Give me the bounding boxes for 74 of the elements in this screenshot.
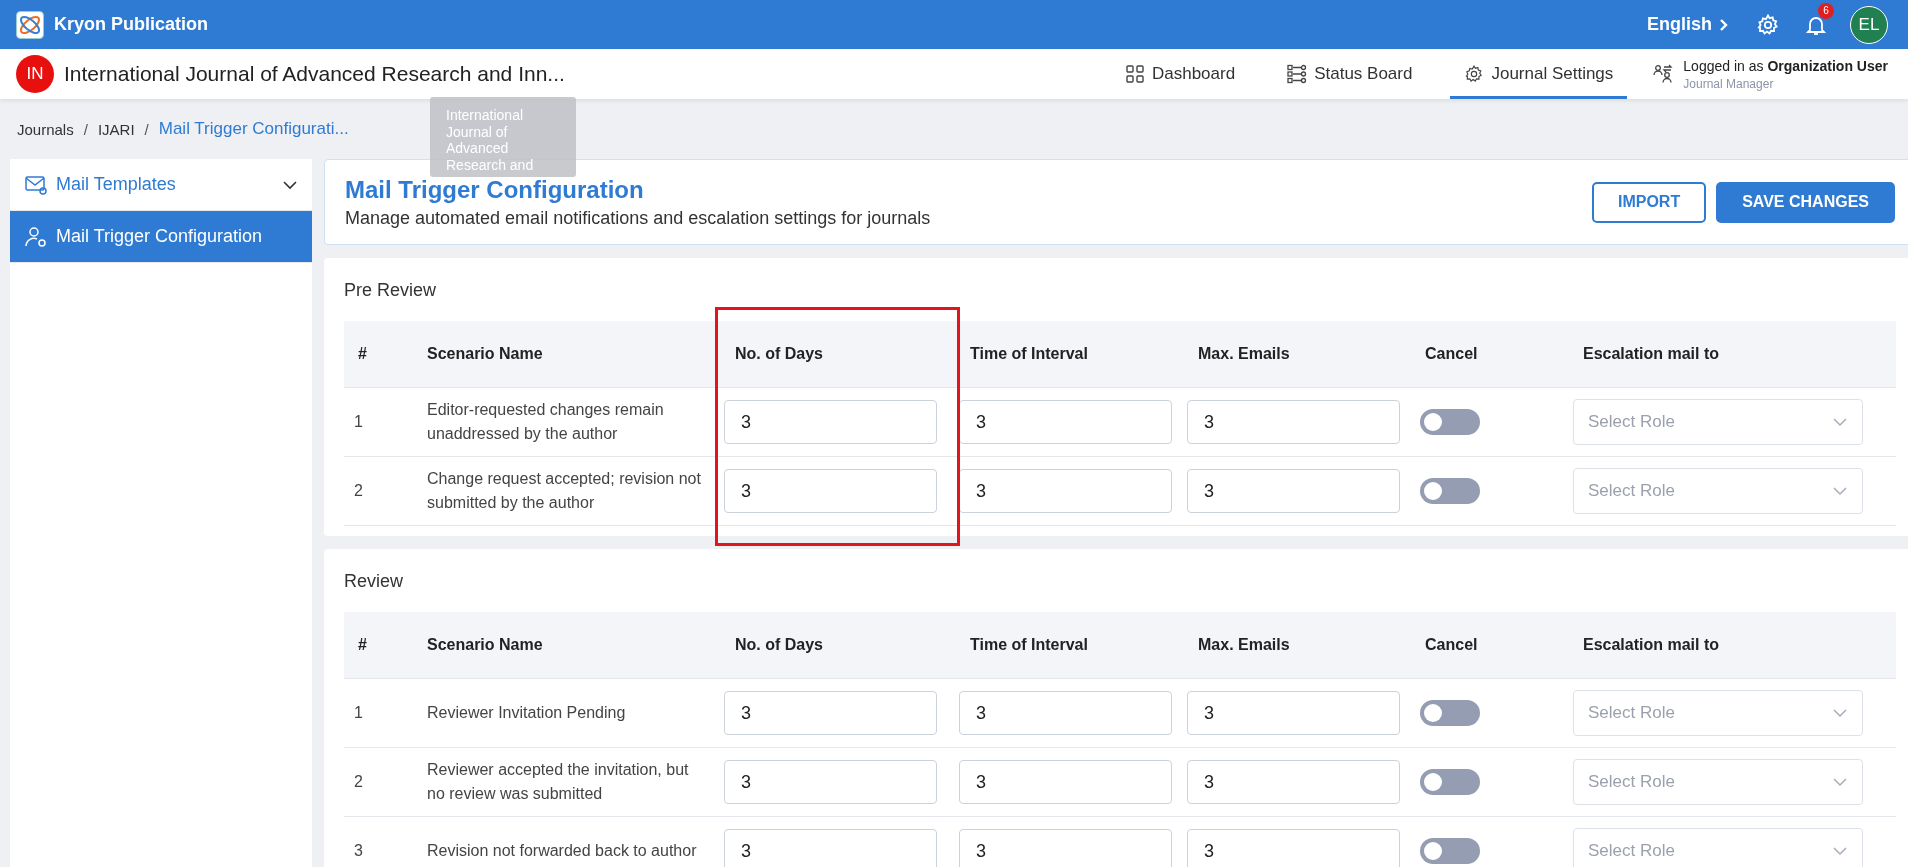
app-name: Kryon Publication	[54, 14, 208, 35]
row-number: 2	[353, 772, 364, 792]
cancel-toggle[interactable]	[1420, 409, 1480, 435]
column-header: No. of Days	[734, 345, 824, 363]
max-emails-input[interactable]: 3	[1187, 760, 1400, 804]
scenario-name: Reviewer accepted the invitation, but no review was submitted	[426, 760, 690, 804]
column-header: Cancel	[1424, 345, 1479, 363]
row-number: 3	[353, 841, 364, 861]
days-input[interactable]: 3	[724, 400, 937, 444]
section-title: Review	[344, 570, 405, 593]
sidebar-item[interactable]: Mail Trigger Configuration	[10, 211, 312, 263]
interval-input[interactable]: 3	[959, 400, 1172, 444]
breadcrumb-link[interactable]: IJARI	[97, 120, 135, 138]
save-button[interactable]: SAVE CHANGES	[1716, 181, 1895, 223]
cancel-toggle[interactable]	[1420, 478, 1480, 504]
flow-list-icon	[1287, 64, 1308, 84]
days-input[interactable]: 3	[724, 691, 937, 735]
user-avatar[interactable]: EL	[1850, 5, 1888, 44]
column-header: Escalation mail to	[1582, 636, 1721, 654]
user-role: Journal Manager	[1683, 76, 1775, 91]
max-emails-input[interactable]: 3	[1187, 400, 1400, 444]
breadcrumb-link[interactable]: Mail Trigger Configurati...	[158, 119, 349, 139]
page-subtitle: Manage automated email notifications and escalation settings for journals	[345, 207, 931, 229]
grid-icon	[1124, 64, 1145, 84]
row-number: 2	[353, 481, 364, 501]
cancel-toggle[interactable]	[1420, 769, 1480, 795]
interval-input[interactable]: 3	[959, 760, 1172, 804]
column-header: #	[357, 636, 368, 654]
logo-icon	[16, 10, 44, 39]
settings-icon[interactable]	[1756, 12, 1780, 37]
scenario-name: Revision not forwarded back to author	[426, 841, 698, 861]
column-header: No. of Days	[734, 636, 824, 654]
import-button[interactable]: IMPORT	[1591, 181, 1707, 223]
column-header: Escalation mail to	[1582, 345, 1721, 363]
row-number: 1	[353, 703, 364, 723]
nav-tab[interactable]: Dashboard	[1110, 49, 1250, 99]
user-gear-icon	[24, 224, 48, 249]
cancel-toggle[interactable]	[1420, 700, 1480, 726]
row-number: 1	[353, 412, 364, 432]
language-selector[interactable]: English	[1647, 14, 1732, 35]
column-header: Time of Interval	[969, 345, 1089, 363]
breadcrumb-separator: /	[144, 120, 149, 138]
max-emails-input[interactable]: 3	[1187, 469, 1400, 513]
scenario-name: Reviewer Invitation Pending	[426, 703, 627, 723]
breadcrumb-separator: /	[83, 120, 88, 138]
interval-input[interactable]: 3	[959, 469, 1172, 513]
section-title: Pre Review	[344, 279, 438, 302]
column-header: Scenario Name	[426, 345, 544, 363]
column-header: #	[357, 345, 368, 363]
breadcrumb-link[interactable]: Journals	[17, 120, 74, 138]
column-header: Cancel	[1424, 636, 1479, 654]
journal-title: International Journal of Advanced Research and Inn...	[64, 62, 565, 86]
interval-input[interactable]: 3	[959, 691, 1172, 735]
interval-input[interactable]: 3	[959, 829, 1172, 867]
days-input[interactable]: 3	[724, 760, 937, 804]
column-header: Scenario Name	[426, 636, 544, 654]
column-header: Time of Interval	[969, 636, 1089, 654]
scenario-name: Editor-requested changes remain unaddressed by the author	[426, 400, 665, 444]
users-swap-icon	[1653, 64, 1674, 84]
column-header: Max. Emails	[1197, 636, 1291, 654]
login-status: Logged in as Organization User	[1683, 57, 1888, 74]
notification-count: 6	[1818, 2, 1834, 19]
nav-tab[interactable]: Status Board	[1273, 49, 1427, 99]
journal-badge: IN	[16, 55, 54, 93]
page-title: Mail Trigger Configuration	[345, 175, 645, 204]
max-emails-input[interactable]: 3	[1187, 829, 1400, 867]
nav-tab[interactable]: Journal Settings	[1450, 49, 1628, 99]
max-emails-input[interactable]: 3	[1187, 691, 1400, 735]
column-header: Max. Emails	[1197, 345, 1291, 363]
cancel-toggle[interactable]	[1420, 838, 1480, 864]
days-input[interactable]: 3	[724, 829, 937, 867]
days-input[interactable]: 3	[724, 469, 937, 513]
gear-icon	[1464, 64, 1485, 84]
scenario-name: Change request accepted; revision not submitted by the author	[426, 469, 702, 513]
